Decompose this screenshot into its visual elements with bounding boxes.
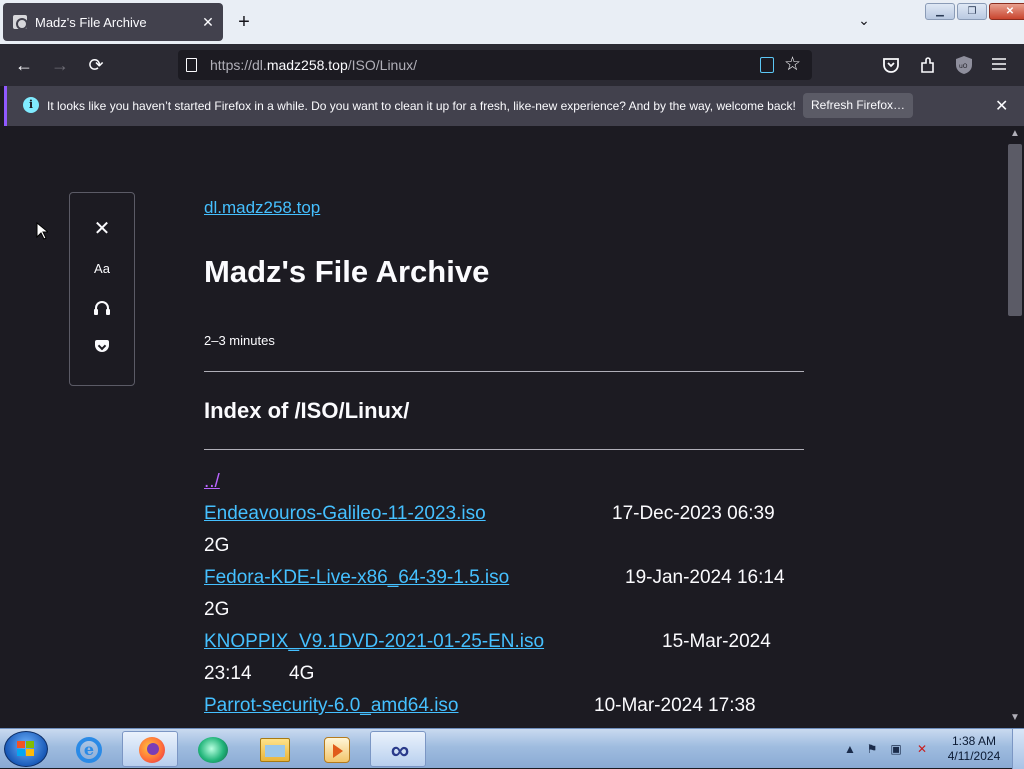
notification-close-button[interactable]: ✕: [995, 96, 1008, 116]
file-size: 2G: [204, 599, 230, 620]
notification-message: It looks like you haven’t started Firefo…: [47, 99, 796, 113]
mouse-cursor-icon: [36, 222, 48, 240]
close-reader-view-button[interactable]: ✕: [90, 217, 114, 241]
system-clock[interactable]: 1:38 AM 4/11/2024: [942, 734, 1006, 764]
restore-button[interactable]: ❐: [957, 3, 987, 20]
file-date: 15-Mar-2024: [662, 631, 771, 652]
file-size: 4G: [289, 663, 315, 684]
taskbar-firefox[interactable]: [122, 731, 178, 767]
infinity-app-icon: ∞: [390, 735, 410, 765]
chat-app-icon: [198, 737, 228, 763]
tab-close-button[interactable]: ✕: [199, 13, 217, 31]
file-time: 23:14: [204, 663, 252, 684]
file-link[interactable]: Fedora-KDE-Live-x86_64-39-1.5.iso: [204, 562, 509, 594]
scroll-down-arrow-icon[interactable]: ▼: [1010, 712, 1020, 723]
taskbar-file-explorer[interactable]: [246, 731, 302, 767]
tab-title: Madz's File Archive: [35, 15, 147, 30]
firefox-icon: [139, 737, 165, 763]
reload-button[interactable]: ⟳: [84, 53, 108, 77]
windows-logo-icon: [17, 741, 35, 757]
file-date: 17-Dec-2023 06:39: [612, 503, 775, 524]
file-size: 2G: [204, 535, 230, 556]
info-icon: i: [23, 97, 39, 113]
divider: [204, 371, 804, 372]
save-to-pocket-icon[interactable]: [90, 336, 114, 360]
file-link[interactable]: Parrot-security-6.0_amd64.iso: [204, 690, 459, 722]
volume-muted-icon[interactable]: ✕: [914, 741, 930, 757]
windows-taskbar: e ∞ ▲ ⚑ ▣ ✕ 1:38 AM 4/11/2024: [0, 728, 1024, 769]
browser-tab[interactable]: Madz's File Archive ✕: [3, 3, 223, 41]
start-button[interactable]: [4, 731, 48, 767]
back-button[interactable]: ←: [12, 53, 36, 77]
window-controls: ▁ ❐ ✕: [925, 3, 1024, 21]
pocket-icon[interactable]: [882, 56, 900, 74]
taskbar-internet-explorer[interactable]: e: [60, 731, 116, 767]
svg-text:uO: uO: [959, 63, 968, 70]
refresh-firefox-button[interactable]: Refresh Firefox…: [803, 93, 913, 118]
file-link[interactable]: KNOPPIX_V9.1DVD-2021-01-25-EN.iso: [204, 626, 544, 658]
network-icon[interactable]: ▣: [888, 741, 904, 757]
taskbar-infinity-app[interactable]: ∞: [370, 731, 426, 767]
new-tab-button[interactable]: +: [232, 10, 256, 34]
folder-icon: [260, 738, 290, 762]
minimize-button[interactable]: ▁: [925, 3, 955, 20]
page-icon: [186, 58, 197, 72]
tab-strip: Madz's File Archive ✕ + ⌄ ▁ ❐ ✕: [0, 0, 1024, 44]
forward-button[interactable]: →: [48, 53, 72, 77]
site-domain-link[interactable]: dl.madz258.top: [204, 198, 320, 218]
file-date: 19-Jan-2024 16:14: [625, 567, 785, 588]
navigation-toolbar: ← → ⟳ https://dl.madz258.top/ISO/Linux/ …: [0, 44, 1024, 86]
internet-explorer-icon: e: [76, 737, 102, 763]
divider: [204, 449, 804, 450]
show-hidden-icons-arrow-icon[interactable]: ▲: [842, 741, 858, 757]
bookmark-star-icon[interactable]: ☆: [784, 53, 801, 76]
listen-headphones-icon[interactable]: [90, 297, 114, 321]
parent-directory-link[interactable]: ../: [204, 466, 220, 498]
clock-time: 1:38 AM: [951, 734, 997, 748]
taskbar-chat-app[interactable]: [184, 731, 240, 767]
index-heading: Index of /ISO/Linux/: [204, 398, 410, 423]
media-player-icon: [324, 737, 350, 763]
reader-view-icon[interactable]: [760, 57, 774, 73]
extensions-icon[interactable]: [919, 56, 937, 74]
app-menu-icon[interactable]: [991, 57, 1007, 71]
scrollbar-thumb[interactable]: [1008, 144, 1022, 316]
clock-date: 4/11/2024: [947, 749, 1001, 763]
site-favicon-icon: [13, 15, 28, 30]
action-center-flag-icon[interactable]: ⚑: [864, 741, 880, 757]
scroll-up-arrow-icon[interactable]: ▲: [1010, 128, 1020, 139]
url-bar[interactable]: https://dl.madz258.top/ISO/Linux/ ☆: [178, 50, 812, 80]
page-title: Madz's File Archive: [204, 254, 490, 289]
system-tray: ▲ ⚑ ▣ ✕ 1:38 AM 4/11/2024: [842, 729, 1024, 769]
type-controls-button[interactable]: Aa: [90, 257, 114, 281]
url-text[interactable]: https://dl.madz258.top/ISO/Linux/: [210, 57, 417, 73]
window-close-button[interactable]: ✕: [989, 3, 1024, 20]
file-link[interactable]: Endeavouros-Galileo-11-2023.iso: [204, 498, 486, 530]
reading-time: 2–3 minutes: [204, 333, 275, 348]
refresh-firefox-notification: i It looks like you haven’t started Fire…: [4, 86, 1024, 126]
vertical-scrollbar[interactable]: ▲ ▼: [1006, 126, 1024, 728]
ublock-origin-icon[interactable]: uO: [955, 55, 973, 75]
reader-view-content: ✕ Aa dl.madz258.top Madz's File Archive …: [0, 126, 1006, 728]
show-desktop-button[interactable]: [1012, 729, 1024, 769]
list-all-tabs-button[interactable]: ⌄: [852, 12, 876, 32]
taskbar-media-player[interactable]: [308, 731, 364, 767]
reader-toolbar: ✕ Aa: [69, 192, 135, 386]
file-date: 10-Mar-2024 17:38: [594, 695, 756, 716]
